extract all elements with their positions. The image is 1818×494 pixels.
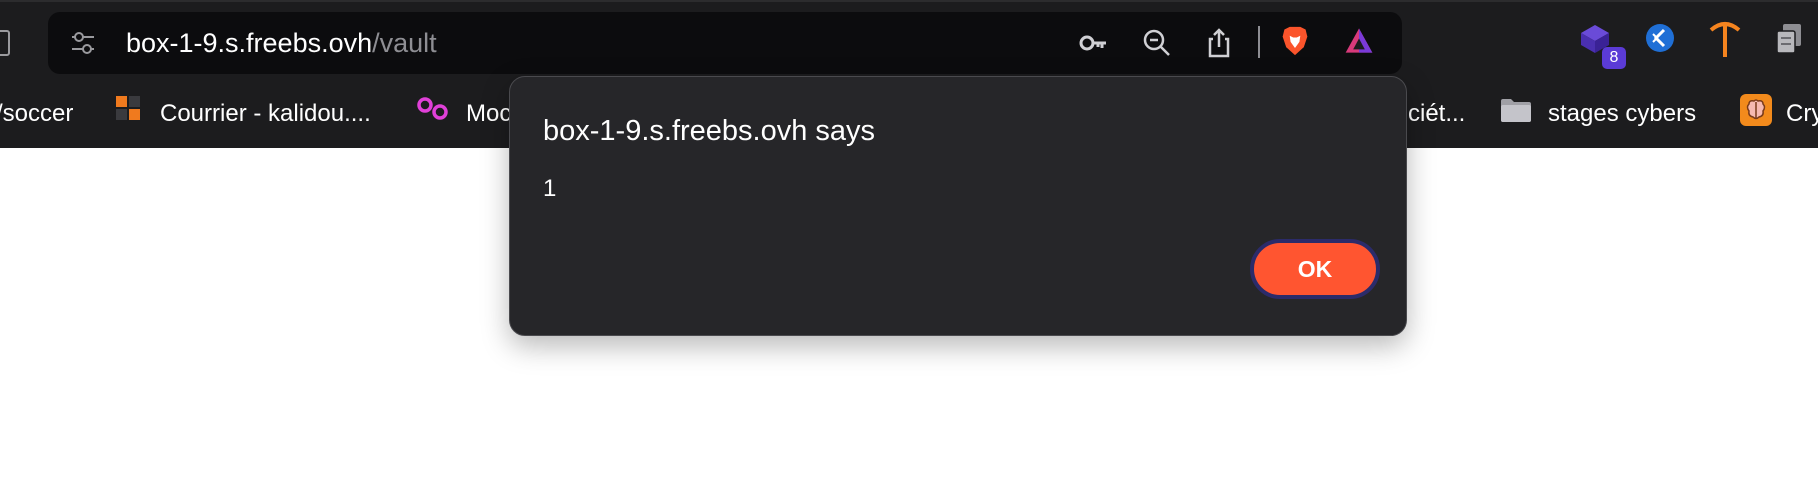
dialog-message: 1 — [543, 175, 557, 202]
bookmark-cry[interactable]: Cry — [1786, 98, 1818, 130]
bookmark-soccer[interactable]: /soccer — [0, 98, 73, 130]
toolbar-separator — [1258, 26, 1260, 58]
folder-icon — [1501, 99, 1531, 122]
pickaxe-extension-icon[interactable] — [1708, 20, 1742, 58]
zoom-out-icon[interactable] — [1142, 28, 1172, 58]
bookmark-societe[interactable]: ciét... — [1408, 98, 1465, 130]
brave-rewards-icon[interactable] — [1344, 26, 1374, 56]
browser-toolbar: box-1-9.s.freebs.ovh/vault 8 — [0, 0, 1818, 80]
bookmark-icon[interactable] — [0, 30, 10, 56]
bookmark-moc[interactable]: Moc — [466, 98, 511, 130]
extensions-puzzle-icon[interactable] — [1774, 22, 1804, 54]
key-icon[interactable] — [1078, 28, 1108, 58]
address-bar[interactable]: box-1-9.s.freebs.ovh/vault — [48, 12, 1402, 74]
share-icon[interactable] — [1204, 28, 1234, 58]
vscode-extension-icon[interactable] — [1644, 22, 1676, 54]
url-host: box-1-9.s.freebs.ovh — [126, 28, 373, 58]
brain-icon — [1740, 94, 1772, 126]
alert-dialog: box-1-9.s.freebs.ovh says 1 OK — [509, 76, 1407, 336]
extension-badge: 8 — [1602, 47, 1626, 69]
bookmark-courrier[interactable]: Courrier - kalidou.... — [160, 98, 371, 130]
bookmark-stages-cybers[interactable]: stages cybers — [1548, 98, 1696, 130]
pink-circles-icon — [417, 97, 448, 120]
orange-squares-icon — [116, 96, 140, 120]
site-settings-icon[interactable] — [70, 30, 96, 56]
url-text[interactable]: box-1-9.s.freebs.ovh/vault — [126, 26, 437, 60]
url-path: /vault — [372, 28, 437, 58]
ok-button[interactable]: OK — [1250, 239, 1380, 299]
brave-shields-icon[interactable] — [1280, 26, 1310, 56]
dialog-title: box-1-9.s.freebs.ovh says — [543, 115, 876, 147]
